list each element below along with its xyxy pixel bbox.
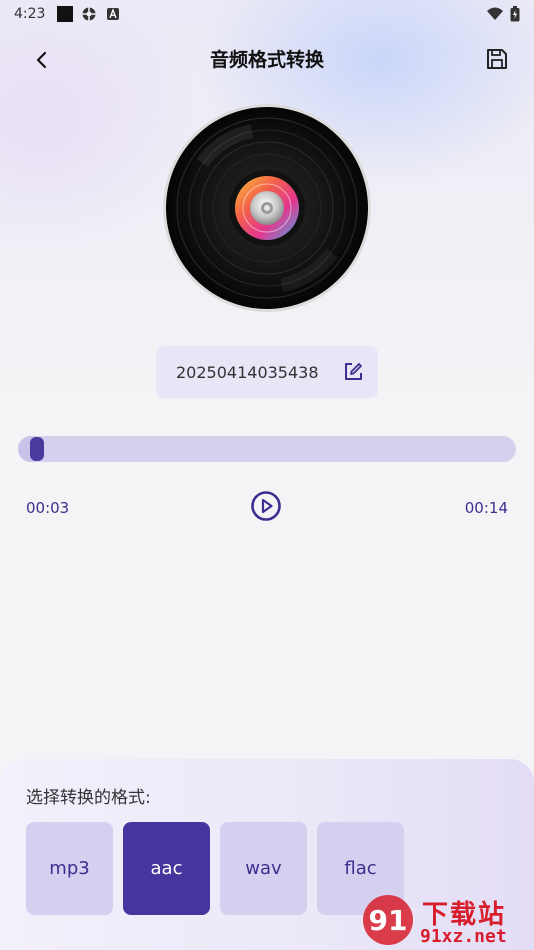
vinyl-record	[162, 103, 372, 313]
wifi-icon	[487, 7, 503, 20]
vinyl-disc-icon	[163, 104, 371, 312]
file-name-text: 20250414035438	[176, 362, 319, 382]
battery-icon	[510, 6, 520, 22]
file-name-chip[interactable]: 20250414035438	[156, 346, 378, 398]
save-button[interactable]	[482, 44, 512, 74]
format-option-aac[interactable]: aac	[123, 822, 210, 915]
format-title: 选择转换的格式:	[26, 788, 151, 808]
watermark-url: 91xz.net	[420, 926, 507, 947]
watermark: 91 下载站 91xz.net	[358, 892, 528, 948]
status-bar: 4:23	[0, 0, 534, 28]
status-time: 4:23	[14, 6, 46, 22]
notification-gear-icon	[82, 7, 96, 21]
floppy-disk-icon	[487, 49, 507, 69]
total-time: 00:14	[464, 499, 508, 517]
play-icon[interactable]	[250, 490, 282, 522]
seek-bar-thumb[interactable]	[30, 437, 44, 461]
edit-icon[interactable]	[342, 361, 364, 383]
svg-text:91: 91	[369, 904, 408, 937]
current-time: 00:03	[26, 499, 70, 517]
chevron-left-icon	[36, 51, 47, 69]
notification-square-icon	[57, 6, 74, 22]
notification-app-icon	[107, 8, 120, 20]
format-option-mp3[interactable]: mp3	[26, 822, 113, 915]
seek-bar[interactable]	[18, 436, 516, 462]
back-button[interactable]	[28, 46, 56, 74]
watermark-logo-icon: 91	[363, 895, 413, 945]
status-right	[486, 6, 520, 22]
page-title: 音频格式转换	[209, 48, 324, 71]
format-option-wav[interactable]: wav	[220, 822, 307, 915]
app-bar: 音频格式转换	[0, 32, 534, 84]
